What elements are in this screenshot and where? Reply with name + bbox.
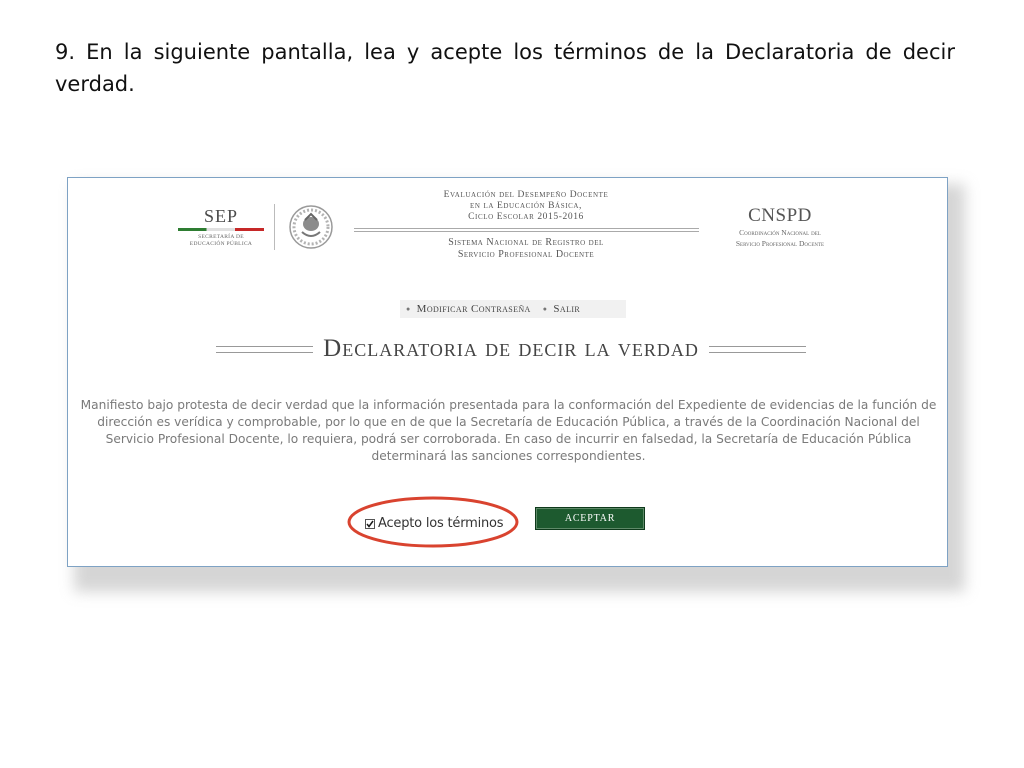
sep-logo: SEP (203, 206, 239, 226)
screenshot-frame: SEP SECRETARÍA DE EDUCACIÓN PÚBLICA Eval… (67, 177, 948, 567)
flag-divider (178, 228, 264, 231)
cnspd-subtitle-2: Servicio Profesional Docente (735, 239, 825, 248)
cnspd-subtitle-1: Coordinación Nacional del (739, 228, 821, 237)
page-title-row: Declaratoria de decir la verdad (216, 335, 806, 363)
accept-terms-checkbox-row[interactable]: Acepto los términos (365, 516, 504, 531)
program-header: Evaluación del Desempeño Docente en la E… (354, 190, 699, 261)
bullet-icon: ● (406, 305, 411, 313)
header-rule (354, 227, 699, 233)
evaluation-cycle: Ciclo Escolar 2015-2016 (468, 212, 584, 222)
user-nav: ● Modificar Contraseña ● Salir (400, 300, 626, 318)
change-password-link[interactable]: ● Modificar Contraseña (406, 303, 531, 315)
cnspd-logo: CNSPD (748, 205, 812, 226)
logout-link[interactable]: ● Salir (543, 303, 580, 315)
accept-terms-checkbox[interactable] (365, 518, 375, 529)
logout-label: Salir (553, 303, 581, 315)
sep-subtitle-1: SECRETARÍA DE (198, 234, 244, 240)
accept-terms-label: Acepto los términos (378, 516, 504, 531)
change-password-label: Modificar Contraseña (416, 303, 531, 315)
cnspd-logo-block: CNSPD Coordinación Nacional del Servicio… (700, 205, 860, 249)
system-title-1: Sistema Nacional de Registro del (448, 237, 604, 248)
declaration-text: Manifiesto bajo protesta de decir verdad… (80, 398, 937, 463)
page-title: Declaratoria de decir la verdad (323, 335, 699, 362)
evaluation-title-1: Evaluación del Desempeño Docente (443, 190, 609, 200)
sep-subtitle-2: EDUCACIÓN PÚBLICA (189, 241, 253, 247)
bullet-icon: ● (542, 305, 548, 313)
title-line-left (216, 345, 314, 353)
title-line-right (708, 345, 806, 353)
evaluation-title-2: en la Educación Básica, (469, 201, 583, 211)
header-divider (274, 204, 275, 250)
slide-instruction: 9. En la siguiente pantalla, lea y acept… (55, 40, 955, 96)
accept-button[interactable]: ACEPTAR (535, 507, 645, 530)
national-seal-icon (289, 205, 333, 249)
sep-logo-block: SEP SECRETARÍA DE EDUCACIÓN PÚBLICA (176, 207, 266, 248)
checkmark-icon (366, 520, 374, 528)
system-title-2: Servicio Profesional Docente (457, 249, 595, 260)
